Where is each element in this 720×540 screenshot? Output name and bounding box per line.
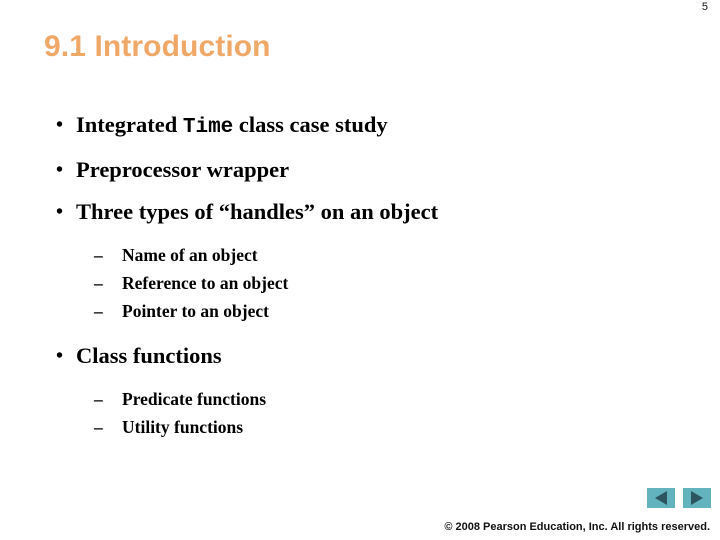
next-slide-button[interactable] — [683, 488, 711, 508]
spacer — [0, 441, 720, 451]
page-title: 9.1 Introduction — [44, 30, 271, 63]
sub-bullet-text: Reference to an object — [122, 273, 289, 293]
sub-bullet-list: – Name of an object – Reference to an objec… — [0, 241, 720, 325]
sub-bullet-group: – Predicate functions – Utility functions — [0, 385, 720, 441]
sub-bullet-item: – Predicate functions — [0, 385, 720, 413]
bullet-list: • Integrated Time class case study • Prepro… — [0, 104, 720, 451]
sub-bullet-group: – Name of an object – Reference to an objec… — [0, 241, 720, 325]
page-number: 5 — [701, 1, 708, 13]
sub-bullet-text: Predicate functions — [122, 389, 267, 409]
spacer — [0, 377, 720, 385]
bullet-marker-icon: • — [56, 201, 64, 223]
presentation-slide: 5 9.1 Introduction • Integrated Time clas… — [0, 0, 720, 540]
bullet-item: • Class functions — [0, 335, 720, 377]
previous-slide-button[interactable] — [647, 488, 675, 508]
bullet-marker-icon: • — [56, 345, 64, 367]
sub-bullet-item: – Pointer to an object — [0, 297, 720, 325]
dash-marker-icon: – — [94, 273, 103, 293]
inline-code-text: Time — [182, 116, 234, 139]
spacer — [0, 233, 720, 241]
dash-marker-icon: – — [94, 301, 103, 321]
sub-bullet-item: – Reference to an object — [0, 269, 720, 297]
spacer — [0, 325, 720, 335]
bullet-marker-icon: • — [56, 159, 64, 181]
sub-bullet-text: Pointer to an object — [122, 301, 269, 321]
bullet-text: Preprocessor wrapper — [76, 157, 290, 182]
dash-marker-icon: – — [94, 245, 103, 265]
triangle-left-icon — [655, 491, 667, 505]
copyright-notice: © 2008 Pearson Education, Inc. All right… — [444, 521, 710, 533]
dash-marker-icon: – — [94, 417, 103, 437]
bullet-item: • Preprocessor wrapper — [0, 149, 720, 191]
bullet-text: class case study — [233, 112, 388, 137]
bullet-text: Integrated — [76, 112, 183, 137]
bullet-item: • Three types of “handles” on an object — [0, 191, 720, 233]
sub-bullet-text: Name of an object — [122, 245, 258, 265]
sub-bullet-text: Utility functions — [122, 417, 244, 437]
slide-navigation — [647, 488, 711, 508]
triangle-right-icon — [691, 491, 703, 505]
bullet-marker-icon: • — [56, 114, 64, 136]
bullet-text: Class functions — [76, 343, 222, 368]
sub-bullet-item: – Utility functions — [0, 413, 720, 441]
bullet-item: • Integrated Time class case study — [0, 104, 720, 149]
slide-body: • Integrated Time class case study • Prepro… — [0, 104, 720, 451]
bullet-text: Three types of “handles” on an object — [76, 199, 439, 224]
sub-bullet-item: – Name of an object — [0, 241, 720, 269]
sub-bullet-list: – Predicate functions – Utility functions — [0, 385, 720, 441]
dash-marker-icon: – — [94, 389, 103, 409]
